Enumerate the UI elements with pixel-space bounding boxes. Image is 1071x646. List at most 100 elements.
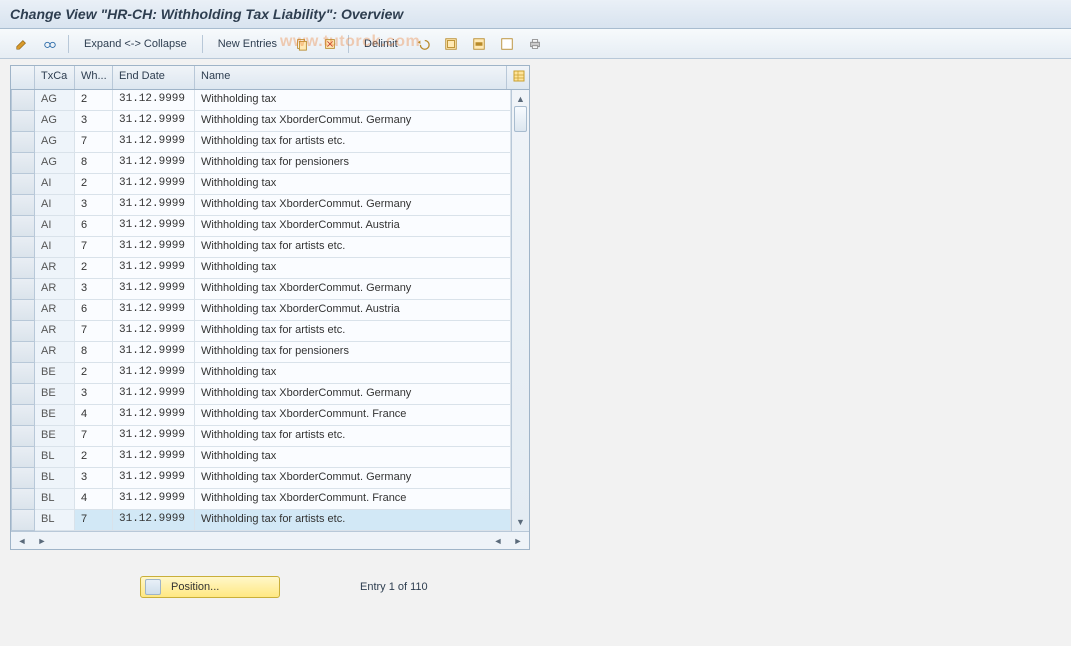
table-row[interactable]: BL331.12.9999Withholding tax XborderComm… xyxy=(11,468,511,489)
cell-name[interactable]: Withholding tax XborderCommut. Germany xyxy=(195,279,511,300)
table-row[interactable]: BE431.12.9999Withholding tax XborderComm… xyxy=(11,405,511,426)
cell-wh[interactable]: 3 xyxy=(75,384,113,405)
select-all-button[interactable] xyxy=(439,34,463,54)
select-block-button[interactable] xyxy=(467,34,491,54)
cell-end-date[interactable]: 31.12.9999 xyxy=(113,489,195,510)
cell-wh[interactable]: 2 xyxy=(75,363,113,384)
cell-txca[interactable]: BE xyxy=(35,405,75,426)
table-row[interactable]: AG831.12.9999Withholding tax for pension… xyxy=(11,153,511,174)
cell-end-date[interactable]: 31.12.9999 xyxy=(113,342,195,363)
row-selector[interactable] xyxy=(11,216,35,237)
row-selector[interactable] xyxy=(11,447,35,468)
row-selector[interactable] xyxy=(11,489,35,510)
row-selector[interactable] xyxy=(11,384,35,405)
column-header-end[interactable]: End Date xyxy=(113,66,195,89)
cell-end-date[interactable]: 31.12.9999 xyxy=(113,468,195,489)
table-row[interactable]: AI331.12.9999Withholding tax XborderComm… xyxy=(11,195,511,216)
cell-end-date[interactable]: 31.12.9999 xyxy=(113,426,195,447)
deselect-all-button[interactable] xyxy=(495,34,519,54)
row-selector[interactable] xyxy=(11,321,35,342)
cell-wh[interactable]: 6 xyxy=(75,216,113,237)
cell-name[interactable]: Withholding tax for artists etc. xyxy=(195,510,511,531)
toggle-display-change-button[interactable] xyxy=(10,34,34,54)
cell-txca[interactable]: AI xyxy=(35,195,75,216)
table-row[interactable]: AR331.12.9999Withholding tax XborderComm… xyxy=(11,279,511,300)
cell-name[interactable]: Withholding tax XborderCommut. Germany xyxy=(195,468,511,489)
cell-end-date[interactable]: 31.12.9999 xyxy=(113,405,195,426)
cell-name[interactable]: Withholding tax XborderCommut. Germany xyxy=(195,384,511,405)
scroll-left-end-arrow[interactable]: ◄ xyxy=(491,534,505,548)
cell-name[interactable]: Withholding tax XborderCommut. Austria xyxy=(195,216,511,237)
row-selector[interactable] xyxy=(11,468,35,489)
cell-wh[interactable]: 7 xyxy=(75,426,113,447)
cell-wh[interactable]: 2 xyxy=(75,174,113,195)
row-selector[interactable] xyxy=(11,363,35,384)
cell-txca[interactable]: BE xyxy=(35,363,75,384)
scroll-up-arrow[interactable]: ▲ xyxy=(514,92,528,106)
table-row[interactable]: BL731.12.9999Withholding tax for artists… xyxy=(11,510,511,531)
cell-txca[interactable]: BL xyxy=(35,468,75,489)
cell-name[interactable]: Withholding tax XborderCommut. Austria xyxy=(195,300,511,321)
expand-collapse-button[interactable]: Expand <-> Collapse xyxy=(75,34,196,54)
table-row[interactable]: AG331.12.9999Withholding tax XborderComm… xyxy=(11,111,511,132)
cell-name[interactable]: Withholding tax xyxy=(195,174,511,195)
cell-txca[interactable]: AI xyxy=(35,174,75,195)
cell-wh[interactable]: 3 xyxy=(75,279,113,300)
cell-end-date[interactable]: 31.12.9999 xyxy=(113,258,195,279)
cell-wh[interactable]: 3 xyxy=(75,195,113,216)
cell-name[interactable]: Withholding tax xyxy=(195,258,511,279)
scroll-right-arrow[interactable]: ► xyxy=(35,534,49,548)
row-selector[interactable] xyxy=(11,195,35,216)
cell-txca[interactable]: AG xyxy=(35,132,75,153)
cell-txca[interactable]: AG xyxy=(35,153,75,174)
cell-txca[interactable]: AG xyxy=(35,90,75,111)
cell-wh[interactable]: 7 xyxy=(75,510,113,531)
cell-wh[interactable]: 2 xyxy=(75,90,113,111)
new-entries-button[interactable]: New Entries xyxy=(209,34,286,54)
cell-wh[interactable]: 8 xyxy=(75,153,113,174)
cell-txca[interactable]: BE xyxy=(35,384,75,405)
cell-name[interactable]: Withholding tax XborderCommut. Germany xyxy=(195,195,511,216)
cell-wh[interactable]: 6 xyxy=(75,300,113,321)
row-selector[interactable] xyxy=(11,300,35,321)
row-selector[interactable] xyxy=(11,426,35,447)
table-row[interactable]: AR831.12.9999Withholding tax for pension… xyxy=(11,342,511,363)
cell-end-date[interactable]: 31.12.9999 xyxy=(113,111,195,132)
table-row[interactable]: BL431.12.9999Withholding tax XborderComm… xyxy=(11,489,511,510)
cell-wh[interactable]: 4 xyxy=(75,489,113,510)
cell-txca[interactable]: AG xyxy=(35,111,75,132)
table-row[interactable]: BE331.12.9999Withholding tax XborderComm… xyxy=(11,384,511,405)
cell-txca[interactable]: BE xyxy=(35,426,75,447)
vertical-scrollbar[interactable]: ▲ ▼ xyxy=(511,90,529,531)
cell-end-date[interactable]: 31.12.9999 xyxy=(113,174,195,195)
row-selector[interactable] xyxy=(11,90,35,111)
cell-name[interactable]: Withholding tax XborderCommut. Germany xyxy=(195,111,511,132)
cell-end-date[interactable]: 31.12.9999 xyxy=(113,363,195,384)
cell-txca[interactable]: AI xyxy=(35,216,75,237)
cell-name[interactable]: Withholding tax for pensioners xyxy=(195,342,511,363)
cell-name[interactable]: Withholding tax for artists etc. xyxy=(195,426,511,447)
cell-end-date[interactable]: 31.12.9999 xyxy=(113,300,195,321)
cell-name[interactable]: Withholding tax XborderCommunt. France xyxy=(195,405,511,426)
print-button[interactable] xyxy=(523,34,547,54)
row-selector[interactable] xyxy=(11,132,35,153)
cell-name[interactable]: Withholding tax for artists etc. xyxy=(195,132,511,153)
cell-wh[interactable]: 2 xyxy=(75,447,113,468)
cell-wh[interactable]: 8 xyxy=(75,342,113,363)
cell-txca[interactable]: AR xyxy=(35,300,75,321)
scroll-down-arrow[interactable]: ▼ xyxy=(514,515,528,529)
column-config-button[interactable] xyxy=(507,66,529,89)
table-row[interactable]: AI731.12.9999Withholding tax for artists… xyxy=(11,237,511,258)
table-row[interactable]: AI631.12.9999Withholding tax XborderComm… xyxy=(11,216,511,237)
cell-wh[interactable]: 2 xyxy=(75,258,113,279)
other-view-button[interactable] xyxy=(38,34,62,54)
cell-name[interactable]: Withholding tax XborderCommunt. France xyxy=(195,489,511,510)
cell-txca[interactable]: BL xyxy=(35,510,75,531)
table-row[interactable]: AG731.12.9999Withholding tax for artists… xyxy=(11,132,511,153)
table-row[interactable]: AR731.12.9999Withholding tax for artists… xyxy=(11,321,511,342)
cell-wh[interactable]: 3 xyxy=(75,111,113,132)
cell-end-date[interactable]: 31.12.9999 xyxy=(113,510,195,531)
cell-end-date[interactable]: 31.12.9999 xyxy=(113,195,195,216)
scroll-left-arrow[interactable]: ◄ xyxy=(15,534,29,548)
row-selector[interactable] xyxy=(11,237,35,258)
